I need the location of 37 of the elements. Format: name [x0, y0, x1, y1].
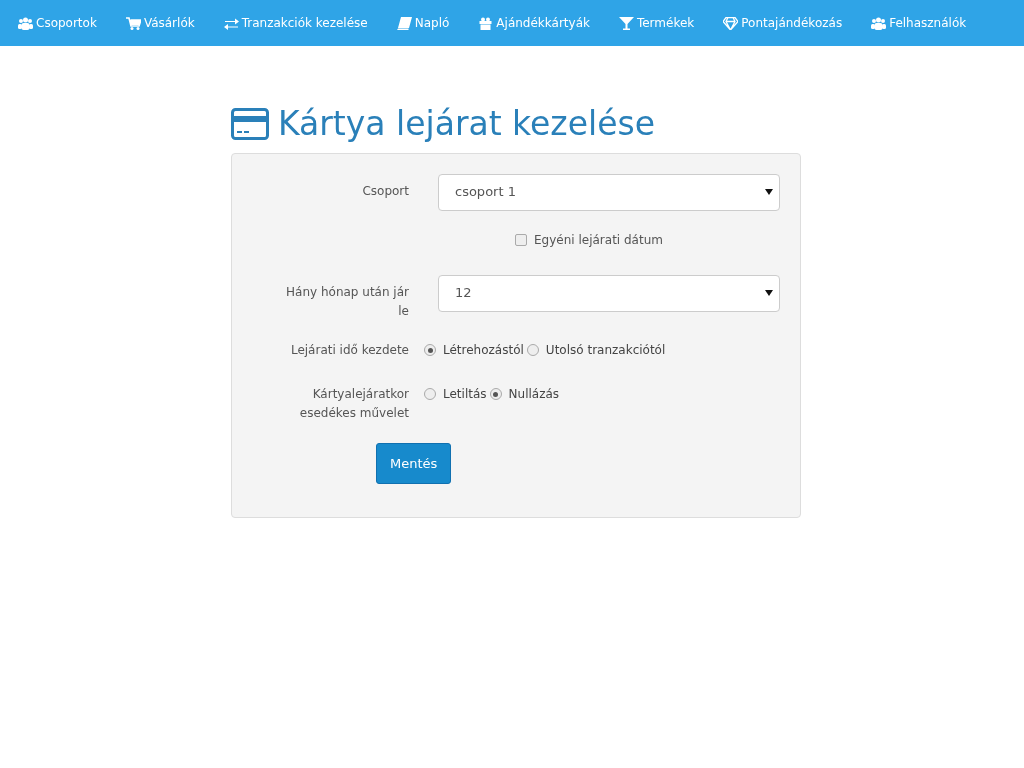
page-title: Kártya lejárat kezelése: [278, 104, 655, 144]
radio-button[interactable]: [489, 388, 502, 401]
nav-link[interactable]: Vásárlók: [125, 14, 195, 32]
nav-link[interactable]: Ajándékkártyák: [478, 14, 590, 32]
checkbox[interactable]: [515, 234, 527, 247]
dropdown-caret-icon: [765, 290, 773, 297]
field-label: Lejárati idő kezdete: [290, 342, 409, 357]
field-label: Csoport: [362, 183, 409, 198]
radio-label: Letiltás: [443, 385, 487, 403]
diamond-icon: [723, 16, 739, 30]
book-icon: [396, 16, 412, 30]
arrows-icon: [223, 16, 239, 30]
radio-button[interactable]: [424, 344, 436, 357]
checkbox-label: Egyéni lejárati dátum: [534, 231, 663, 249]
select-field[interactable]: csoport 1: [438, 173, 780, 211]
radio-button[interactable]: [526, 344, 539, 357]
radio-button[interactable]: [424, 388, 436, 401]
nav-link[interactable]: Pontajándékozás: [723, 14, 843, 32]
radio-label: Nullázás: [508, 385, 560, 403]
field-label: Hány hónap után jár le: [286, 284, 409, 318]
dropdown-caret-icon: [765, 189, 773, 196]
users-icon: [871, 16, 887, 30]
cart-icon: [125, 16, 141, 30]
gift-icon: [478, 16, 494, 30]
nav-link[interactable]: Tranzakciók kezelése: [223, 14, 368, 32]
save-button[interactable]: Mentés: [376, 442, 452, 485]
select-field[interactable]: 12: [438, 274, 780, 312]
radio-label: Utolsó tranzakciótól: [545, 341, 666, 359]
radio-label: Létrehozástól: [443, 341, 524, 359]
nav-link[interactable]: Napló: [396, 14, 450, 32]
credit-card-icon: [231, 107, 269, 140]
field-label: Kártyalejáratkor esedékes művelet: [299, 386, 409, 420]
nav-link[interactable]: Csoportok: [18, 14, 97, 32]
glass-icon: [618, 16, 634, 30]
nav-link[interactable]: Termékek: [618, 14, 695, 32]
users-icon: [18, 16, 33, 30]
nav-link[interactable]: Felhasználók: [871, 14, 967, 32]
